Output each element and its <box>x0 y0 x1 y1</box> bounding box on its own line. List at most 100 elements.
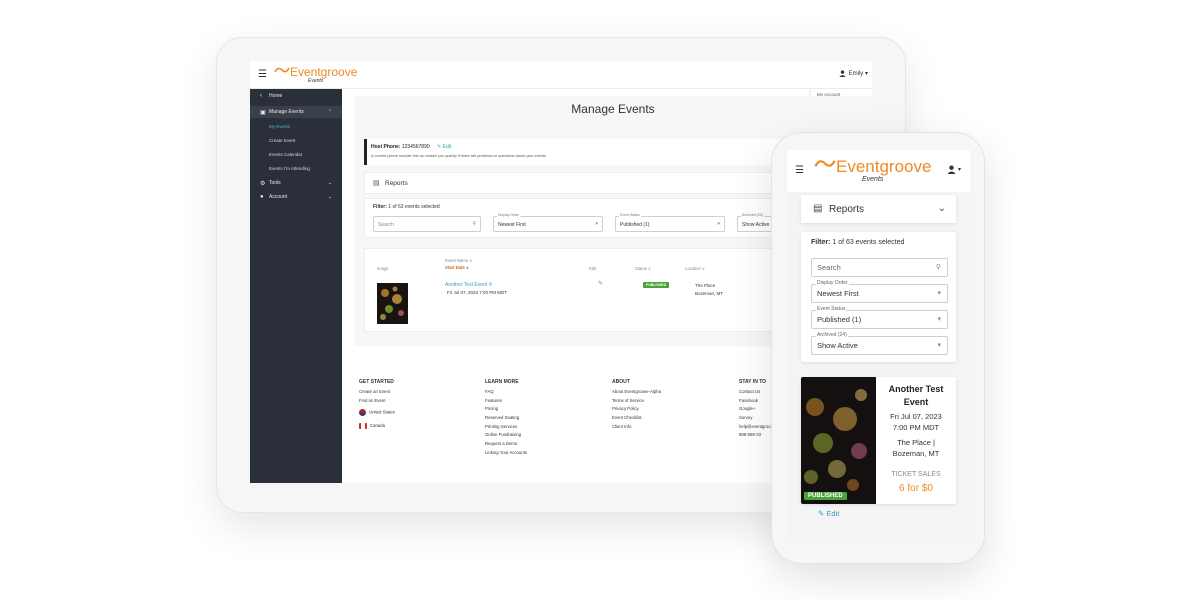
footer-column-get-started: GET STARTED Create an Event Find an Even… <box>359 379 395 432</box>
event-status-select[interactable]: Event Status Published (1) ▾ <box>615 213 725 232</box>
country-label: United States <box>369 410 395 416</box>
brand-logo[interactable]: Eventgroove Events <box>274 66 357 84</box>
reports-panel[interactable]: ▤ Reports ⌄ <box>801 195 956 223</box>
filter-panel: Filter: 1 of 63 events selected Search ⚲… <box>801 232 956 362</box>
display-order-label: Display Order <box>816 280 849 286</box>
footer-link[interactable]: Facebook <box>739 398 771 407</box>
footer-link[interactable]: help@eventgroo <box>739 424 771 433</box>
event-location-2: Bozeman, MT <box>892 449 940 458</box>
chevron-left-icon: ‹ <box>260 93 262 99</box>
magnifier-icon[interactable]: ⚲ <box>489 282 493 288</box>
caret-down-icon: ▾ <box>717 221 720 227</box>
search-input[interactable]: Search ⚲ <box>373 216 481 232</box>
brand-sub: Events <box>862 176 884 183</box>
country-canada[interactable]: Canada <box>359 423 395 432</box>
footer-link[interactable]: Online Fundraising <box>485 432 527 441</box>
hamburger-icon[interactable]: ☰ <box>795 165 804 176</box>
footer-link[interactable]: About Eventgroove-Alpha <box>612 389 661 398</box>
event-time: 7:00 PM MDT <box>892 423 940 432</box>
brand-name: Eventgroove <box>836 157 932 176</box>
event-location: The Place Bozeman, MT <box>695 282 723 298</box>
footer-link[interactable]: 888-559-33 <box>739 432 771 441</box>
search-placeholder: Search <box>378 222 394 228</box>
hamburger-icon[interactable]: ☰ <box>258 69 267 80</box>
brand-name: Eventgroove <box>290 65 358 79</box>
filter-label: Filter: <box>373 204 387 210</box>
search-icon: ⚲ <box>935 264 941 271</box>
column-header-status[interactable]: Status ∨ <box>635 266 651 271</box>
archived-value: Show Active <box>817 341 858 350</box>
footer-link[interactable]: Event Checklist <box>612 415 661 424</box>
column-header-location[interactable]: Location ∨ <box>685 266 705 271</box>
sidebar-subitem-events-attending[interactable]: Events I'm Attending <box>269 166 310 171</box>
footer-heading: ABOUT <box>612 379 630 385</box>
filter-summary: Filter: 1 of 63 events selected <box>373 204 440 210</box>
footer-link[interactable]: Printing Services <box>485 424 527 433</box>
footer-column-learn-more: LEARN MORE FAQ Features Pricing Reserved… <box>485 379 527 459</box>
chevron-down-icon: ⌄ <box>327 194 332 200</box>
event-date: Fri Jul 07, 2023 7:00 PM MDT <box>447 290 508 295</box>
sidebar-subitem-create-event[interactable]: Create Event <box>269 138 295 143</box>
filter-text: 1 of 63 events selected <box>832 239 905 246</box>
display-order-select[interactable]: Display Order Newest First ▾ <box>493 213 603 232</box>
user-caret: ▾ <box>958 167 962 173</box>
footer-link[interactable]: Terms of Service <box>612 398 661 407</box>
footer-link[interactable]: Request a Demo <box>485 441 527 450</box>
edit-label: Edit <box>826 509 840 518</box>
footer-link[interactable]: Create an Event <box>359 389 395 398</box>
footer-link[interactable]: Features <box>485 398 527 407</box>
archived-select[interactable]: Archived (24) Show Active ▾ <box>811 332 948 355</box>
caret-down-icon: ▾ <box>937 316 941 323</box>
footer-heading: GET STARTED <box>359 379 394 385</box>
search-placeholder: Search <box>817 263 841 272</box>
ticket-sales-label: TICKET SALES <box>891 471 941 478</box>
sidebar-item-label: Tools <box>269 180 281 186</box>
footer-link[interactable]: Pricing <box>485 406 527 415</box>
footer-link[interactable]: Find an Event <box>359 398 395 407</box>
column-header-start-date[interactable]: Start Date ∧ <box>445 265 469 270</box>
footer-link[interactable]: Client Info <box>612 424 661 433</box>
host-phone-value: 1234567890 <box>401 144 430 150</box>
event-title: Another Test Event <box>888 384 944 407</box>
display-order-value: Newest First <box>498 222 526 228</box>
display-order-select[interactable]: Display Order Newest First ▾ <box>811 280 948 303</box>
display-order-label: Display Order <box>497 213 521 217</box>
brand-logo[interactable]: Eventgroove Events <box>814 158 931 183</box>
user-menu[interactable]: ▾ <box>947 165 961 174</box>
event-name-link[interactable]: Another Test Event ⚲ <box>445 282 492 288</box>
footer-heading: STAY IN TO <box>739 379 767 385</box>
sidebar-item-label: Home <box>269 93 283 99</box>
edit-event-button[interactable]: ✎ Edit <box>818 509 839 518</box>
sidebar-subitem-events-calendar[interactable]: Events Calendar <box>269 152 302 157</box>
event-status-value: Published (1) <box>817 315 862 324</box>
search-input[interactable]: Search ⚲ <box>811 258 948 277</box>
footer-link[interactable]: Privacy Policy <box>612 406 661 415</box>
event-date: Fri Jul 07, 2023 <box>890 412 942 421</box>
event-status-select[interactable]: Event Status Published (1) ▾ <box>811 306 948 329</box>
chevron-down-icon: ⌄ <box>937 203 946 214</box>
sidebar-subitem-my-events[interactable]: My Events <box>269 124 290 129</box>
event-name: Another Test Event <box>445 282 488 288</box>
sidebar-item-label: Manage Events <box>269 109 304 115</box>
footer-link[interactable]: Contact Us <box>739 389 771 398</box>
user-menu[interactable]: Emily ▾ <box>838 70 868 77</box>
event-thumbnail[interactable] <box>377 283 408 324</box>
footer-link[interactable]: Google+ <box>739 406 771 415</box>
host-edit-button[interactable]: ✎ Edit <box>437 144 451 150</box>
chevron-down-icon: ⌄ <box>327 180 332 186</box>
location-line-1: The Place <box>695 283 716 288</box>
footer-link[interactable]: Survey <box>739 415 771 424</box>
pencil-icon[interactable]: ✎ <box>598 280 603 287</box>
reports-label: Reports <box>829 204 865 215</box>
filter-summary: Filter: 1 of 63 events selected <box>811 239 904 246</box>
footer-link[interactable]: Reserved Seating <box>485 415 527 424</box>
footer-link[interactable]: Linking Your Accounts <box>485 450 527 459</box>
user-icon <box>838 70 846 77</box>
host-note: A current phone number lets us contact y… <box>371 154 547 158</box>
user-name: Emily ▾ <box>848 71 868 77</box>
event-card[interactable]: PUBLISHED Another Test Event Fri Jul 07,… <box>801 377 956 504</box>
footer-link[interactable]: FAQ <box>485 389 527 398</box>
country-us[interactable]: United States <box>359 409 395 418</box>
column-header-event-name[interactable]: Event Name ∨ <box>445 258 472 263</box>
footer-heading: LEARN MORE <box>485 379 519 385</box>
